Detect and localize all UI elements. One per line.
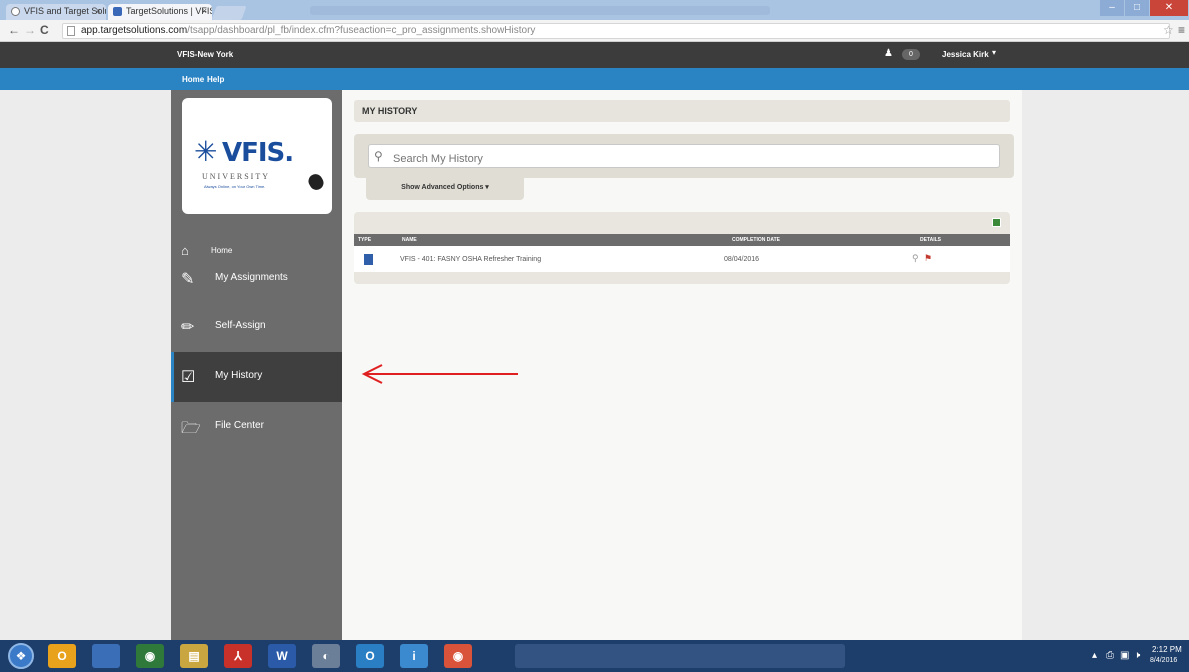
- column-header-completion-date[interactable]: COMPLETION DATE: [732, 237, 780, 243]
- folder-open-icon: 🗁: [181, 420, 201, 437]
- taskbar-media-player-icon[interactable]: ◉: [136, 644, 164, 668]
- certificate-ribbon-icon[interactable]: ⚑: [924, 253, 932, 264]
- taskbar-outlook-icon[interactable]: O: [48, 644, 76, 668]
- browser-tabstrip: VFIS and Target Solutions × TargetSoluti…: [0, 0, 1189, 20]
- chevron-down-icon[interactable]: ▾: [992, 48, 996, 57]
- app-header: VFIS-New York ♟ 0 Jessica Kirk ▾: [0, 42, 1189, 68]
- org-name: VFIS-New York: [177, 50, 234, 59]
- window-minimize-button[interactable]: –: [1100, 0, 1124, 16]
- clock-time[interactable]: 2:12 PM: [1152, 645, 1182, 654]
- column-header-type[interactable]: TYPE: [358, 237, 371, 243]
- browser-tab-targetsolutions[interactable]: TargetSolutions | VFIS-Ne ×: [108, 4, 212, 20]
- course-type-icon: [364, 254, 373, 265]
- url-host: app.targetsolutions.com: [81, 25, 188, 36]
- new-tab-button[interactable]: [211, 6, 247, 20]
- taskbar-blurred-area: [515, 644, 845, 668]
- taskbar-info-icon[interactable]: i: [400, 644, 428, 668]
- edit-icon: ✎: [181, 271, 195, 288]
- column-header-details: DETAILS: [920, 237, 942, 243]
- taskbar-outlook-2-icon[interactable]: O: [356, 644, 384, 668]
- user-menu[interactable]: Jessica Kirk: [942, 50, 989, 59]
- show-advanced-options-button[interactable]: Show Advanced Options ▾: [366, 178, 524, 200]
- sidebar-item-self-assign[interactable]: ✏ Self-Assign: [171, 302, 342, 352]
- tray-printer-icon[interactable]: ⎙: [1106, 650, 1114, 661]
- page-icon: [67, 26, 75, 36]
- sidebar-item-my-history[interactable]: ☑ My History: [171, 352, 342, 402]
- tray-volume-icon[interactable]: 🕨: [1134, 650, 1140, 661]
- user-icon[interactable]: ♟: [884, 48, 893, 59]
- browser-menu-icon[interactable]: ≡: [1178, 23, 1185, 37]
- annotation-arrow: [361, 364, 518, 384]
- vfis-university-logo[interactable]: ✳ VFIS. UNIVERSITY Always Online, on You…: [182, 98, 332, 214]
- column-header-name[interactable]: NAME: [402, 237, 417, 243]
- reload-icon[interactable]: C: [40, 23, 49, 37]
- table-row[interactable]: VFIS - 401: FASNY OSHA Refresher Trainin…: [354, 246, 1010, 272]
- course-name[interactable]: VFIS - 401: FASNY OSHA Refresher Trainin…: [400, 256, 541, 263]
- check-square-icon: ☑: [181, 369, 196, 386]
- taskbar-word-icon[interactable]: W: [268, 644, 296, 668]
- nav-home-link[interactable]: Home: [182, 75, 204, 84]
- sidebar-item-my-assignments[interactable]: ✎ My Assignments: [171, 254, 342, 304]
- pencil-icon: ✏: [181, 319, 195, 336]
- tab-favicon-icon: [11, 7, 20, 16]
- taskbar-file-explorer-icon[interactable]: ▤: [180, 644, 208, 668]
- star-of-life-icon: ✳: [194, 136, 218, 167]
- tab-close-icon[interactable]: ×: [96, 6, 101, 16]
- export-excel-icon[interactable]: [992, 218, 1001, 227]
- completion-date: 08/04/2016: [724, 256, 760, 263]
- bookmark-star-icon[interactable]: ☆: [1163, 23, 1174, 37]
- window-maximize-button[interactable]: □: [1125, 0, 1149, 16]
- notification-badge[interactable]: 0: [902, 49, 920, 60]
- logo-wordmark: VFIS.: [222, 138, 294, 168]
- sidebar: ✳ VFIS. UNIVERSITY Always Online, on You…: [171, 90, 342, 640]
- taskbar-chrome-icon[interactable]: ◉: [444, 644, 472, 668]
- taskbar-settings-icon[interactable]: [92, 644, 120, 668]
- taskbar-system-icon[interactable]: ◐: [312, 644, 340, 668]
- sidebar-item-label: My History: [215, 370, 263, 381]
- history-table: TYPE NAME COMPLETION DATE DETAILS VFIS -…: [354, 212, 1010, 284]
- logo-subtitle: UNIVERSITY: [202, 172, 270, 181]
- logo-tagline: Always Online, on Your Own Time.: [204, 184, 266, 189]
- browser-tab-vfis[interactable]: VFIS and Target Solutions ×: [6, 4, 106, 20]
- top-nav: Home Help: [0, 68, 1189, 90]
- start-button[interactable]: ❖: [8, 643, 34, 669]
- taskbar-acrobat-icon[interactable]: ⅄: [224, 644, 252, 668]
- sidebar-item-home[interactable]: ⌂ Home: [171, 228, 342, 258]
- search-input[interactable]: [368, 144, 1000, 168]
- clock-date[interactable]: 8/4/2016: [1150, 657, 1177, 664]
- tray-show-hidden-icon[interactable]: ▴: [1092, 650, 1097, 661]
- nav-help-link[interactable]: Help: [207, 75, 224, 84]
- tab-label: TargetSolutions | VFIS-Ne: [126, 6, 212, 16]
- table-header: TYPE NAME COMPLETION DATE DETAILS: [354, 234, 1010, 246]
- address-bar[interactable]: app.targetsolutions.com/tsapp/dashboard/…: [62, 23, 1170, 39]
- tab-favicon-icon: [113, 7, 122, 16]
- sidebar-item-file-center[interactable]: 🗁 File Center: [171, 402, 342, 452]
- search-panel: ⚲: [354, 134, 1014, 178]
- url-path: /tsapp/dashboard/pl_fb/index.cfm?fuseact…: [187, 25, 536, 36]
- back-arrow-icon[interactable]: ←: [8, 23, 20, 37]
- browser-toolbar: ← → C app.targetsolutions.com/tsapp/dash…: [0, 20, 1189, 42]
- tab-close-icon[interactable]: ×: [202, 6, 207, 16]
- page-header: MY HISTORY: [354, 100, 1010, 122]
- windows-taskbar: ❖ O ◉ ▤ ⅄ W ◐ Oi ◉ ▴ ⎙ ▣ 🕨 2:12 PM 8/4/2016: [0, 640, 1189, 672]
- search-icon: ⚲: [374, 149, 383, 163]
- blurred-title-area: [310, 6, 770, 15]
- page-title: MY HISTORY: [362, 106, 418, 116]
- forward-arrow-icon[interactable]: →: [24, 23, 36, 37]
- sidebar-item-label: Self-Assign: [215, 320, 266, 331]
- view-details-icon[interactable]: ⚲: [912, 253, 919, 264]
- sidebar-item-label: My Assignments: [215, 272, 288, 283]
- sidebar-item-label: File Center: [215, 420, 264, 431]
- mouse-icon: [305, 171, 327, 193]
- tray-network-icon[interactable]: ▣: [1120, 650, 1129, 661]
- right-gutter: [1022, 90, 1189, 640]
- window-close-button[interactable]: ✕: [1150, 0, 1188, 16]
- tab-label: VFIS and Target Solutions: [24, 6, 106, 16]
